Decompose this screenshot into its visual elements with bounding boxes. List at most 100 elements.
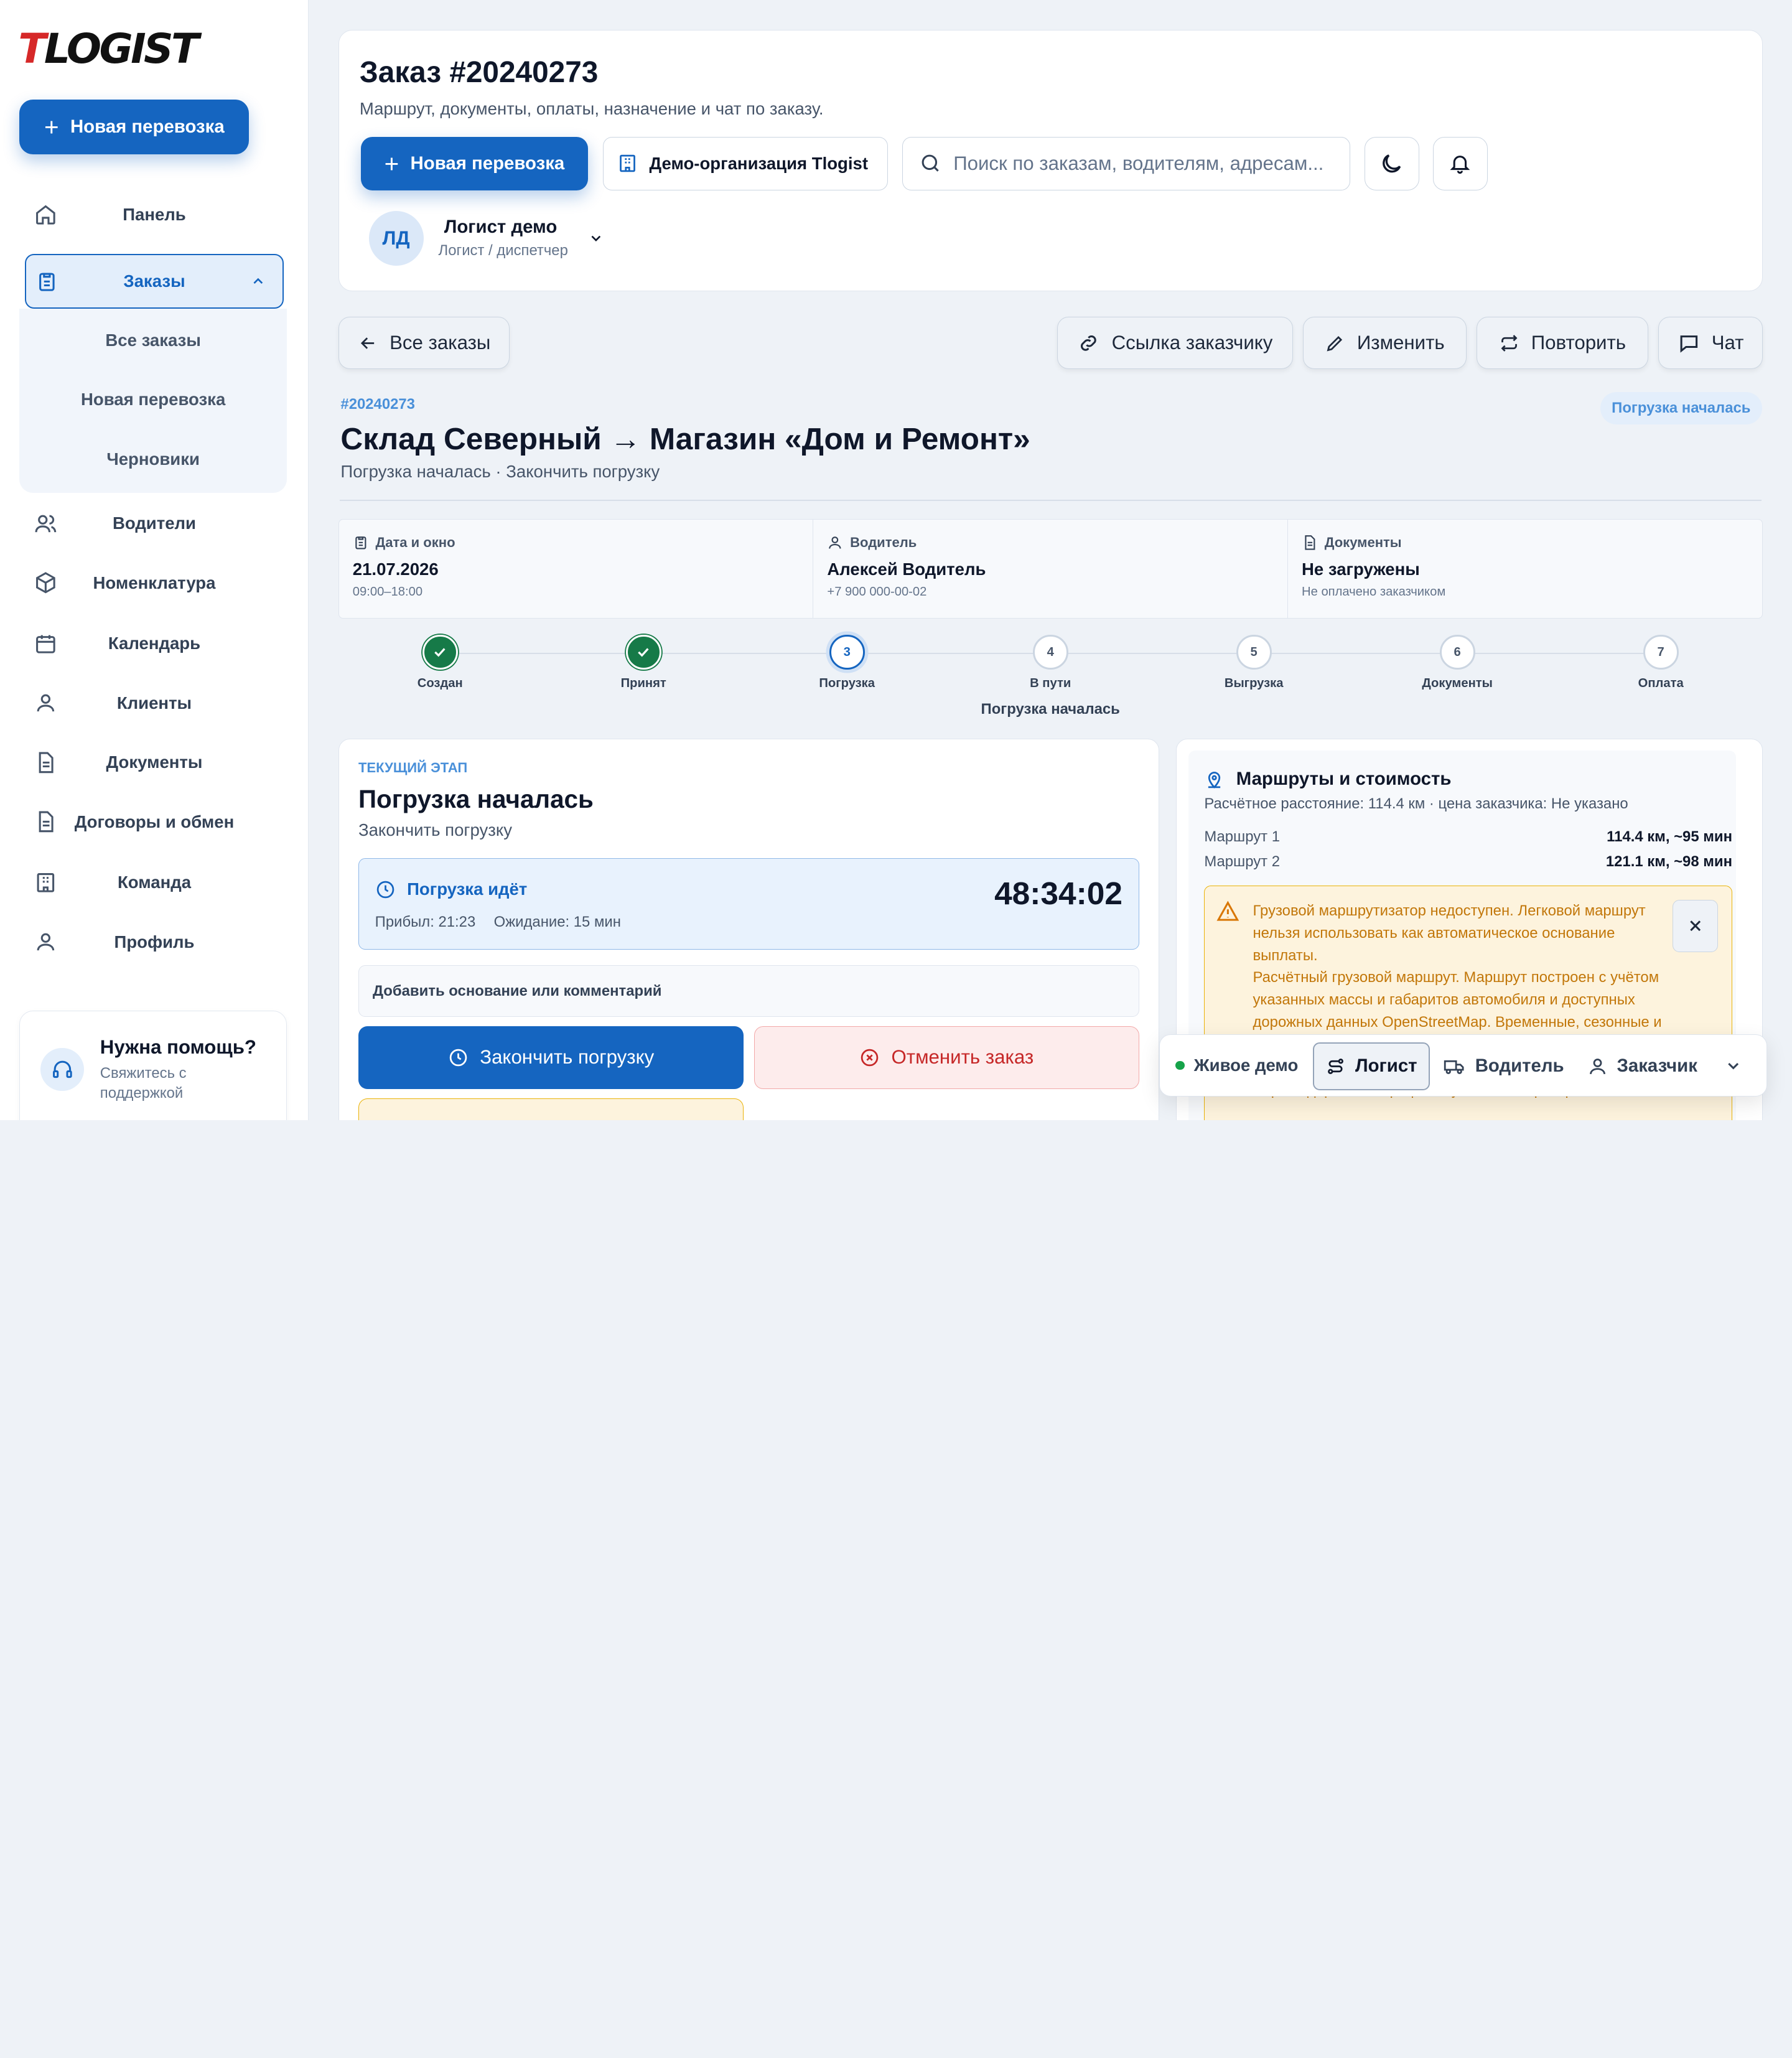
help-title: Нужна помощь? [100,1036,256,1059]
divider [339,499,1762,501]
submenu-new-shipment[interactable]: Новая перевозка [19,390,287,409]
clipboard-icon [39,273,55,291]
sidebar-item-documents[interactable]: Документы [25,735,283,790]
check-icon [625,634,661,670]
step-documents: 6 Документы [1389,634,1526,691]
clock-icon [449,1049,467,1067]
cancel-order-button[interactable]: Отменить заказ [754,1026,1139,1089]
user-menu[interactable]: ЛД Логист демо Логист / диспетчер [368,210,601,267]
chevron-up-icon[interactable] [250,273,266,289]
search-box[interactable] [902,136,1351,190]
link-icon [1081,335,1097,351]
sidebar-item-profile[interactable]: Профиль [25,915,283,970]
route-row[interactable]: Маршрут 2 121.1 км, ~98 мин [1204,853,1732,871]
order-info-strip: Дата и окно 21.07.2026 09:00–18:00 Водит… [338,518,1763,619]
route-icon [1328,1058,1344,1074]
sidebar-new-shipment-button[interactable]: + Новая перевозка [19,99,250,154]
plus-icon: + [44,112,59,141]
help-card[interactable]: Нужна помощь? Свяжитесь с поддержкой [19,1010,287,1121]
repeat-button[interactable]: Повторить [1477,316,1648,370]
bell-icon [1450,156,1470,174]
submenu-all-orders[interactable]: Все заказы [19,330,287,350]
orders-submenu: Все заказы Новая перевозка Черновики [19,308,287,493]
add-comment-field[interactable]: Добавить основание или комментарий [358,965,1139,1017]
avatar: ЛД [368,210,424,266]
sidebar-item-nomenclature[interactable]: Номенклатура [25,556,283,610]
document-icon [39,752,54,774]
finish-loading-button[interactable]: Закончить погрузку [358,1026,744,1089]
user-role: Логист / диспетчер [438,241,568,259]
back-to-orders-button[interactable]: Все заказы [338,316,510,370]
user-icon [829,536,841,549]
sidebar: TLOGIST + Новая перевозка Панель Заказы … [0,0,309,1121]
notifications-button[interactable] [1432,136,1488,190]
sidebar-item-orders[interactable]: Заказы [25,253,284,309]
demo-collapse-button[interactable] [1713,1042,1754,1090]
user-icon [37,694,55,712]
user-name: Логист демо [444,217,558,238]
role-customer-button[interactable]: Заказчик [1575,1042,1709,1090]
organization-selector[interactable]: Демо-организация Tlogist [603,136,888,190]
edit-button[interactable]: Изменить [1303,316,1467,370]
building-icon [37,872,55,892]
live-demo-indicator: Живое демо [1175,1055,1298,1075]
info-documents: Документы Не загружены Не оплачено заказ… [1302,534,1446,599]
close-warning-button[interactable] [1672,899,1719,953]
sidebar-item-contracts[interactable]: Договоры и обмен [25,795,283,849]
package-icon [36,572,55,594]
chat-button[interactable]: Чат [1658,316,1763,370]
sidebar-item-drivers[interactable]: Водители [25,496,283,551]
app: TLOGIST + Новая перевозка Панель Заказы … [0,0,1792,1121]
search-icon [922,154,939,172]
home-icon [36,205,55,225]
tlogist-logo[interactable]: TLOGIST [18,25,199,73]
close-icon [1689,920,1701,932]
step-payment: 7 Оплата [1592,634,1729,691]
status-stepper: Создан Принят 3 Погрузка 4 В пути 5 Выгр… [338,634,1763,726]
new-shipment-button[interactable]: + Новая перевозка [360,136,589,190]
stepper-caption: Погрузка началась [981,701,1120,718]
warning-icon [1216,900,1239,921]
file-text-icon [39,811,54,833]
chevron-down-icon [1728,1063,1739,1070]
timer-value: 48:34:02 [994,875,1122,912]
arrived-time: Прибыл: 21:23 [375,913,476,930]
live-dot-icon [1175,1060,1185,1070]
role-driver-button[interactable]: Водитель [1432,1042,1575,1090]
users-icon [35,515,57,533]
theme-toggle-button[interactable] [1364,136,1419,190]
info-date: Дата и окно 21.07.2026 09:00–18:00 [339,519,814,618]
moon-icon [1383,154,1401,172]
sidebar-item-calendar[interactable]: Календарь [25,616,283,671]
user-icon [1589,1058,1605,1074]
stage-title: Погрузка началась [358,785,594,814]
step-created: Создан [371,634,508,691]
order-number: #20240273 [340,395,415,413]
order-subtitle: Погрузка началась · Закончить погрузку [340,462,660,482]
sidebar-item-dashboard[interactable]: Панель [25,187,283,242]
route-row[interactable]: Маршрут 1 114.4 км, ~95 мин [1204,828,1732,846]
role-logist-button[interactable]: Логист [1312,1042,1430,1090]
routes-subtitle: Расчётное расстояние: 114.4 км · цена за… [1204,795,1628,812]
search-input[interactable] [953,152,1331,175]
calendar-icon [36,635,55,653]
submenu-drafts[interactable]: Черновики [19,449,287,469]
help-subtitle: Свяжитесь с поддержкой [100,1065,187,1101]
info-driver: Водитель Алексей Водитель +7 900 000-00-… [813,519,1288,618]
sidebar-item-clients[interactable]: Клиенты [25,676,283,731]
loading-timer: Погрузка идёт 48:34:02 Прибыл: 21:23 Ожи… [358,858,1139,950]
chevron-down-icon [591,235,601,242]
order-title: Склад Северный → Магазин «Дом и Ремонт» [340,421,1030,457]
truck-icon [1444,1060,1464,1074]
current-stage-card: ТЕКУЩИЙ ЭТАП Погрузка началась Закончить… [338,738,1159,1121]
warning-button-partial[interactable] [358,1098,744,1121]
user-icon [37,933,55,951]
clock-icon [376,881,394,899]
check-icon [422,634,458,670]
sidebar-item-team[interactable]: Команда [25,855,283,910]
customer-link-button[interactable]: Ссылка заказчику [1057,316,1293,370]
document-icon [1305,535,1315,550]
repeat-icon [1501,334,1518,352]
status-badge: Погрузка началась [1600,392,1762,424]
clipboard-icon [355,536,366,550]
